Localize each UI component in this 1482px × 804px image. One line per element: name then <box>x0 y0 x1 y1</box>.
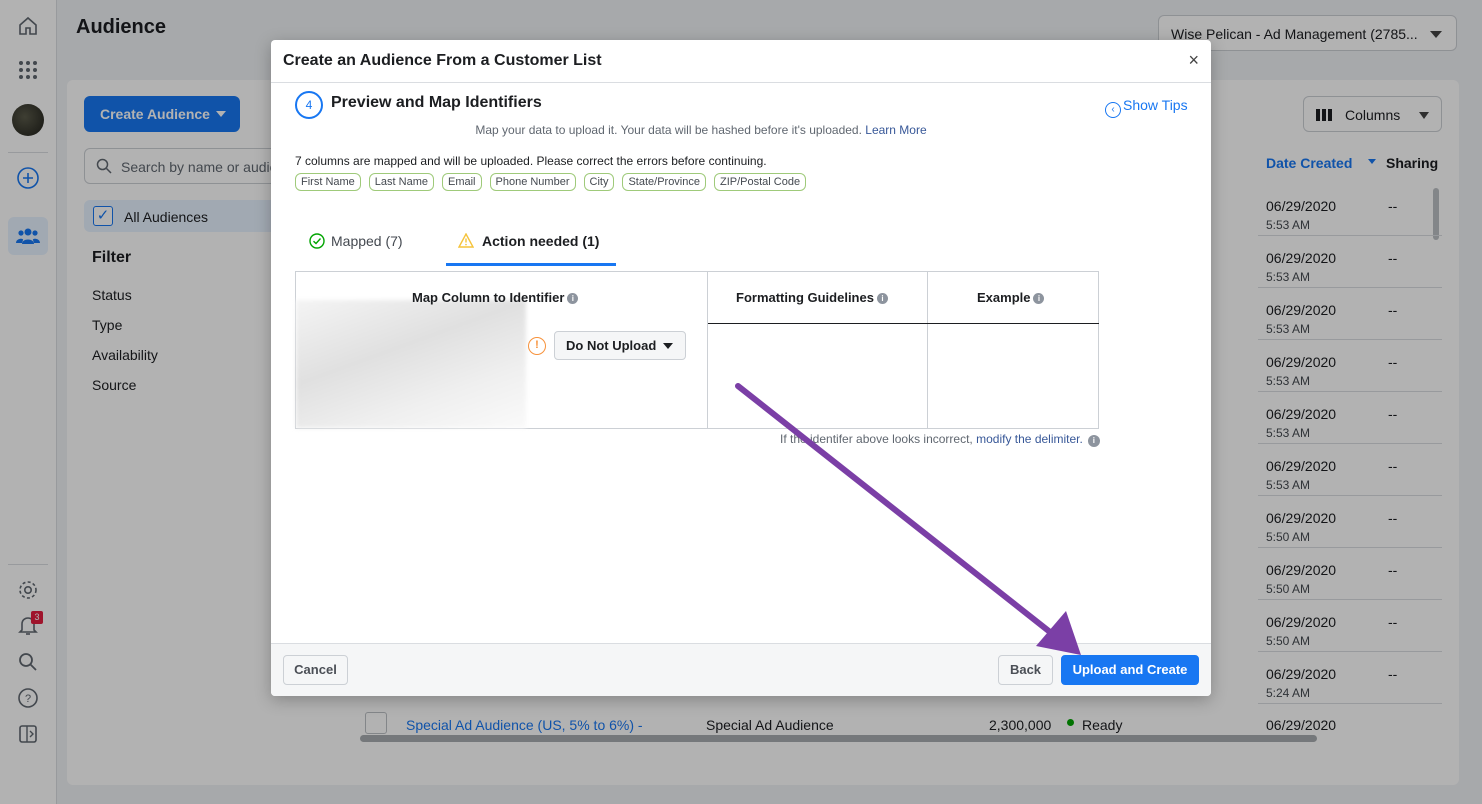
tab-action-needed[interactable]: Action needed (1) <box>457 232 600 249</box>
show-tips-link[interactable]: ‹ Show Tips <box>1105 97 1188 118</box>
delimiter-note: If the identifer above looks incorrect, … <box>780 432 1100 447</box>
blurred-column-preview <box>296 300 526 428</box>
cancel-button[interactable]: Cancel <box>283 655 348 685</box>
tab-mapped-label: Mapped (7) <box>331 233 403 249</box>
info-icon[interactable]: i <box>567 293 579 304</box>
identifier-tag: City <box>583 173 615 191</box>
header-underline <box>708 323 1099 324</box>
step-description: Map your data to upload it. Your data wi… <box>271 123 1131 137</box>
check-circle-icon <box>309 233 325 249</box>
column-header-map-identifier: Map Column to Identifier i <box>412 290 579 305</box>
step-title: Preview and Map Identifiers <box>331 94 542 111</box>
upload-and-create-button[interactable]: Upload and Create <box>1061 655 1199 685</box>
identifier-tag: First Name <box>295 173 361 191</box>
step-number-badge: 4 <box>295 91 323 119</box>
modal-title: Create an Audience From a Customer List <box>283 52 602 69</box>
modal-header-divider <box>271 82 1211 83</box>
show-tips-label: Show Tips <box>1123 97 1188 113</box>
chevron-left-icon: ‹ <box>1105 102 1121 118</box>
identifier-select[interactable]: Do Not Upload <box>554 331 686 360</box>
back-button[interactable]: Back <box>998 655 1053 685</box>
column-header-formatting-guidelines: Formatting Guidelines i <box>736 290 888 305</box>
identifier-tag: ZIP/Postal Code <box>714 173 807 191</box>
step-description-text: Map your data to upload it. Your data wi… <box>475 123 862 137</box>
warning-triangle-icon <box>457 232 475 248</box>
identifier-mapping-table: Map Column to Identifier i Formatting Gui… <box>295 271 1099 429</box>
delimiter-note-text: If the identifer above looks incorrect, <box>780 432 973 446</box>
tab-mapped[interactable]: Mapped (7) <box>309 233 403 249</box>
info-icon[interactable]: i <box>876 293 888 304</box>
identifier-tag: Last Name <box>368 173 434 191</box>
identifier-tag: Phone Number <box>489 173 576 191</box>
column-header-example: Example i <box>977 290 1045 305</box>
info-icon[interactable]: i <box>1033 293 1045 304</box>
mapped-columns-note: 7 columns are mapped and will be uploade… <box>295 154 767 168</box>
identifier-select-value: Do Not Upload <box>566 338 657 353</box>
create-audience-modal: Create an Audience From a Customer List … <box>271 40 1211 696</box>
identifier-tag: Email <box>441 173 482 191</box>
caret-down-icon <box>663 343 673 349</box>
mapped-identifier-tags: First Name Last Name Email Phone Number City… <box>295 173 807 191</box>
modify-delimiter-link[interactable]: modify the delimiter. <box>976 432 1083 446</box>
close-icon[interactable]: × <box>1188 50 1199 71</box>
modal-footer: Cancel Back Upload and Create <box>271 644 1211 696</box>
column-divider <box>707 272 708 428</box>
info-icon[interactable]: i <box>1087 435 1100 447</box>
identifier-tag: State/Province <box>622 173 706 191</box>
active-tab-indicator <box>446 263 616 266</box>
error-alert-icon: ! <box>528 337 546 355</box>
column-divider <box>927 272 928 428</box>
learn-more-link[interactable]: Learn More <box>865 123 926 137</box>
tab-action-needed-label: Action needed (1) <box>482 233 600 249</box>
